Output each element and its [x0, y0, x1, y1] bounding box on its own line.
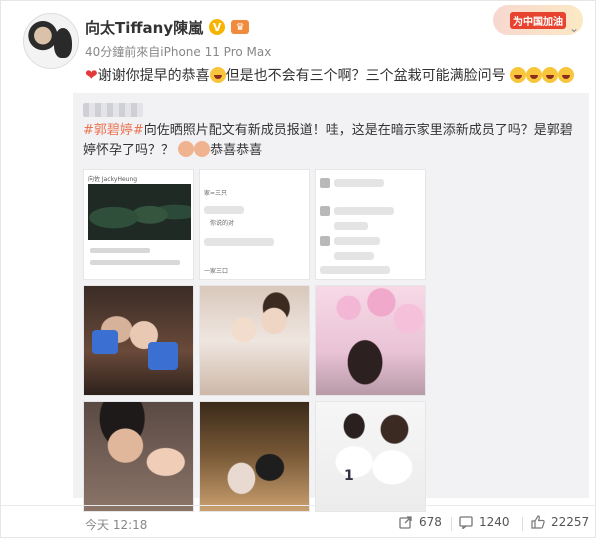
comment-count: 1240 — [479, 515, 510, 529]
photo-selfie[interactable] — [83, 401, 194, 512]
screenshot-caption: 你说的对 — [210, 220, 235, 227]
comment-avatar — [320, 236, 330, 246]
like-button[interactable]: 22257 — [531, 515, 589, 529]
screenshot-line — [334, 179, 384, 187]
post-text-part-2: 但是也不会有三个啊？三个盆栽可能满脸问号 — [225, 68, 506, 84]
screenshot-caption: 一家三口 — [204, 268, 229, 275]
crown-icon: ♛ — [231, 20, 250, 34]
repost-text: #郭碧婷#向佐晒照片配文有新成员报道！哇，这是在暗示家里添新成员了吗？是郭碧婷怀… — [83, 121, 583, 161]
divider — [522, 517, 523, 531]
user-row: 向太Tiffany陳嵐 V ♛ — [85, 17, 250, 38]
post-text-part-1: 谢谢你提早的恭喜 — [97, 68, 210, 84]
photo-comments-screenshot[interactable] — [315, 169, 426, 280]
comment-avatar — [320, 178, 330, 188]
screenshot-caption: 家=三只 — [204, 190, 228, 197]
divider — [451, 517, 452, 531]
username[interactable]: 向太Tiffany陳嵐 — [85, 17, 203, 38]
face-emoji-icon — [194, 141, 211, 157]
grin-emoji-icon — [526, 67, 543, 83]
verified-icon: V — [209, 19, 226, 35]
comment-avatar — [320, 206, 330, 216]
photo-chat-screenshot[interactable]: 家=三只 你说的对 一家三口 — [199, 169, 310, 280]
screenshot-line — [90, 260, 180, 265]
thumbs-up-icon — [531, 515, 545, 529]
photo-pink-balloons[interactable] — [315, 285, 426, 396]
post-meta: 40分鐘前來自iPhone 11 Pro Max — [85, 45, 272, 59]
tongue-emoji-icon — [510, 67, 527, 83]
screenshot-line — [334, 252, 374, 260]
post-text: ❤谢谢你提早的恭喜 但是也不会有三个啊？三个盆栽可能满脸问号 — [85, 65, 585, 86]
screenshot-line — [90, 248, 150, 253]
photo-jersey[interactable]: 1 — [315, 401, 426, 512]
screenshot-line — [204, 206, 244, 214]
screenshot-line — [334, 237, 380, 245]
post-time: 今天 12:18 — [85, 518, 148, 532]
thumbs-up-sign — [148, 342, 178, 370]
avatar[interactable] — [23, 13, 79, 69]
face-emoji-icon — [178, 141, 195, 157]
bonsai-image — [88, 184, 191, 240]
repost-button[interactable]: 678 — [399, 515, 442, 529]
photo-thumbs-up[interactable] — [83, 285, 194, 396]
photo-bonsai-screenshot[interactable]: 向佐 JackyHeung — [83, 169, 194, 280]
grin-emoji-icon — [558, 67, 575, 83]
repost-body: 向佐晒照片配文有新成员报道！哇，这是在暗示家里添新成员了吗？是郭碧婷怀孕了吗？？ — [83, 123, 573, 158]
thumbs-up-sign — [92, 330, 118, 354]
jersey-number: 1 — [344, 468, 354, 484]
screenshot-line — [320, 266, 390, 274]
photo-grid: 向佐 JackyHeung 家=三只 你说的对 一家三口 1 — [83, 169, 426, 512]
promo-label: 为中国加油 — [510, 11, 566, 29]
share-icon — [399, 516, 412, 529]
heart-icon: ❤ — [85, 66, 98, 84]
laugh-emoji-icon — [209, 67, 226, 83]
hashtag-link[interactable]: #郭碧婷# — [83, 123, 144, 138]
repost-count: 678 — [419, 515, 442, 529]
grin-emoji-icon — [542, 67, 559, 83]
repost-end: 恭喜恭喜 — [210, 143, 263, 158]
screenshot-line — [204, 238, 274, 246]
screenshot-line — [334, 207, 394, 215]
comment-icon — [459, 516, 473, 529]
weibo-post: 向太Tiffany陳嵐 V ♛ 40分鐘前來自iPhone 11 Pro Max… — [0, 0, 596, 538]
chevron-down-icon[interactable]: ⌄ — [565, 19, 583, 37]
like-count: 22257 — [551, 515, 590, 529]
screenshot-caption: 向佐 JackyHeung — [88, 176, 138, 183]
photo-gala[interactable] — [199, 401, 310, 512]
reposted-content[interactable]: #郭碧婷#向佐晒照片配文有新成员报道！哇，这是在暗示家里添新成员了吗？是郭碧婷怀… — [73, 93, 589, 512]
photo-couple-portrait[interactable] — [199, 285, 310, 396]
post-footer: 今天 12:18 678 1240 22257 — [1, 505, 596, 538]
blurred-author — [83, 103, 143, 117]
comment-button[interactable]: 1240 — [459, 515, 510, 529]
screenshot-line — [334, 222, 368, 230]
